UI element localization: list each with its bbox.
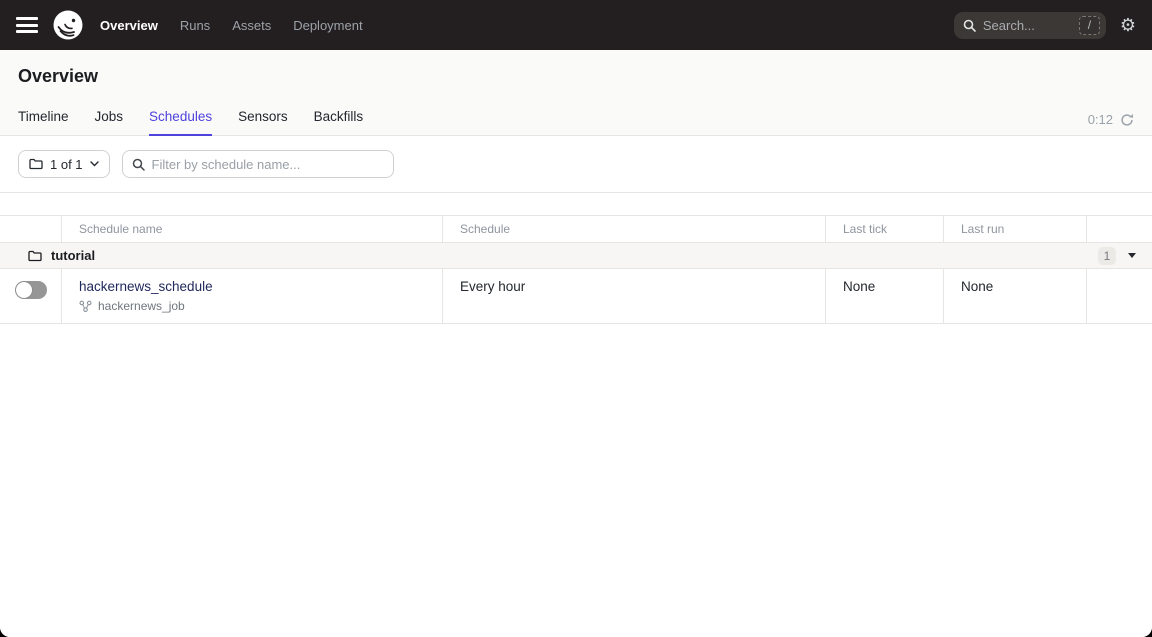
- tab-backfills[interactable]: Backfills: [314, 101, 364, 136]
- last-tick-cell: None: [826, 269, 944, 323]
- page-header: Overview Timeline Jobs Schedules Sensors…: [0, 50, 1152, 136]
- group-count-badge: 1: [1098, 247, 1116, 265]
- tab-jobs[interactable]: Jobs: [95, 101, 124, 136]
- search-icon: [963, 19, 976, 32]
- nav-item-runs[interactable]: Runs: [180, 18, 210, 33]
- filter-row: 1 of 1: [0, 136, 1152, 193]
- row-actions-cell: [1087, 269, 1152, 323]
- primary-nav: Overview Runs Assets Deployment: [100, 18, 363, 33]
- column-header-schedule: Schedule: [443, 216, 826, 242]
- top-nav-right: Search... / ⚙: [954, 12, 1136, 39]
- repo-selector-label: 1 of 1: [50, 157, 83, 172]
- schedule-filter-input[interactable]: [152, 157, 384, 172]
- global-search-input[interactable]: Search... /: [954, 12, 1106, 39]
- repo-group-row[interactable]: tutorial 1: [0, 243, 1152, 269]
- settings-gear-icon[interactable]: ⚙: [1120, 16, 1136, 34]
- nav-item-assets[interactable]: Assets: [232, 18, 271, 33]
- schedule-cron-cell: Every hour: [443, 269, 826, 323]
- schedules-table: Schedule name Schedule Last tick Last ru…: [0, 215, 1152, 324]
- top-nav: Overview Runs Assets Deployment Search..…: [0, 0, 1152, 50]
- refresh-icon[interactable]: [1120, 113, 1134, 127]
- job-line: hackernews_job: [79, 299, 425, 313]
- search-placeholder: Search...: [983, 18, 1079, 33]
- empty-content-area: [0, 324, 1152, 637]
- schedule-toggle[interactable]: [15, 281, 47, 299]
- refresh-area: 0:12: [1088, 112, 1134, 135]
- column-header-toggle: [0, 216, 62, 242]
- schedule-toggle-cell: [0, 269, 62, 323]
- tab-schedules[interactable]: Schedules: [149, 101, 212, 136]
- last-run-cell: None: [944, 269, 1087, 323]
- column-header-last-run: Last run: [944, 216, 1087, 242]
- column-header-schedule-name: Schedule name: [62, 216, 443, 242]
- tab-timeline[interactable]: Timeline: [18, 101, 69, 136]
- folder-icon: [28, 250, 42, 262]
- column-header-actions: [1087, 216, 1152, 242]
- nav-item-overview[interactable]: Overview: [100, 18, 158, 33]
- table-row: hackernews_schedule hackernews_job Every…: [0, 269, 1152, 324]
- dagster-logo-icon[interactable]: [52, 9, 84, 41]
- schedule-name-cell: hackernews_schedule hackernews_job: [62, 269, 443, 323]
- toggle-knob: [16, 282, 32, 298]
- hamburger-menu-icon[interactable]: [16, 17, 38, 33]
- repo-selector-dropdown[interactable]: 1 of 1: [18, 150, 110, 178]
- group-row-right: 1: [1098, 247, 1136, 265]
- collapse-caret-icon[interactable]: [1128, 253, 1136, 258]
- folder-icon: [29, 158, 43, 170]
- column-header-last-tick: Last tick: [826, 216, 944, 242]
- tabs-row: Timeline Jobs Schedules Sensors Backfill…: [0, 101, 1152, 135]
- page-title: Overview: [0, 50, 1152, 101]
- job-name-link[interactable]: hackernews_job: [98, 299, 185, 313]
- job-graph-icon: [79, 300, 92, 313]
- table-header-row: Schedule name Schedule Last tick Last ru…: [0, 215, 1152, 243]
- repo-group-name: tutorial: [51, 248, 95, 263]
- search-shortcut-badge: /: [1079, 16, 1100, 35]
- chevron-down-icon: [90, 161, 99, 167]
- tab-sensors[interactable]: Sensors: [238, 101, 288, 136]
- search-icon: [132, 158, 145, 171]
- schedule-filter-field: [122, 150, 394, 178]
- app-window: Overview Runs Assets Deployment Search..…: [0, 0, 1152, 637]
- nav-item-deployment[interactable]: Deployment: [293, 18, 362, 33]
- schedule-name-link[interactable]: hackernews_schedule: [79, 279, 213, 294]
- refresh-countdown: 0:12: [1088, 112, 1113, 127]
